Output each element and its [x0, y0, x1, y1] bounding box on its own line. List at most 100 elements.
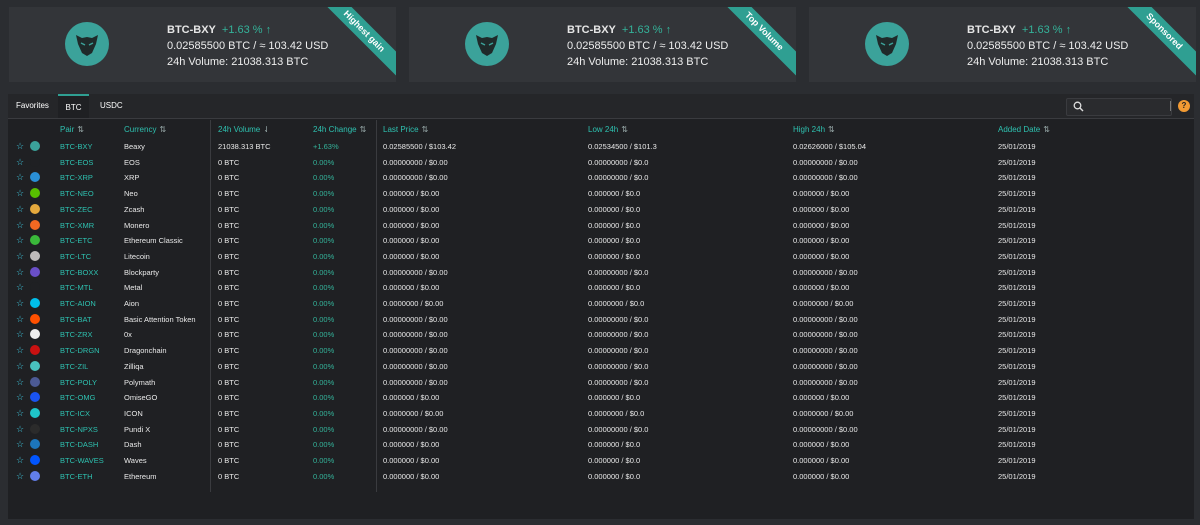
- column-header-last-price[interactable]: Last Price ⇅: [383, 125, 428, 134]
- pair-cell[interactable]: BTC-BOXX: [60, 268, 98, 277]
- table-row[interactable]: ☆ BTC-POLY Polymath 0 BTC 0.00% 0.00000000 / …: [8, 374, 1194, 390]
- pair-cell[interactable]: BTC-AION: [60, 299, 96, 308]
- card-price: 0.02585500 BTC / ≈ 103.42 USD: [967, 40, 1129, 52]
- pair-cell[interactable]: BTC-POLY: [60, 378, 97, 387]
- favorite-star-icon[interactable]: ☆: [16, 361, 24, 372]
- pair-cell[interactable]: BTC-DRGN: [60, 346, 100, 355]
- table-row[interactable]: ☆ BTC-BXY Beaxy 21038.313 BTC +1.63% 0.025855…: [8, 138, 1194, 154]
- added-date-cell: 25/01/2019: [998, 236, 1036, 246]
- favorite-star-icon[interactable]: ☆: [16, 424, 24, 435]
- table-row[interactable]: ☆ BTC-XRP XRP 0 BTC 0.00% 0.00000000 / $0.00 0…: [8, 169, 1194, 185]
- favorite-star-icon[interactable]: ☆: [16, 439, 24, 450]
- favorite-star-icon[interactable]: ☆: [16, 282, 24, 293]
- added-date-cell: 25/01/2019: [998, 393, 1036, 403]
- help-icon[interactable]: ?: [1178, 100, 1190, 112]
- low-cell: 0.000000 / $0.0: [588, 440, 641, 450]
- coin-icon: [30, 203, 40, 214]
- favorite-star-icon[interactable]: ☆: [16, 329, 24, 340]
- table-row[interactable]: ☆ BTC-ZRX 0x 0 BTC 0.00% 0.00000000 / $0.00 0.…: [8, 326, 1194, 342]
- tab-usdc[interactable]: USDC: [100, 94, 123, 117]
- volume-cell: 0 BTC: [218, 204, 240, 214]
- featured-card-highest-gain[interactable]: BTC-BXY +1.63 % ↑ 0.02585500 BTC / ≈ 103.…: [9, 7, 396, 82]
- favorite-star-icon[interactable]: ☆: [16, 235, 24, 246]
- table-row[interactable]: ☆ BTC-ICX ICON 0 BTC 0.00% 0.0000000 / $0.00 0…: [8, 405, 1194, 421]
- featured-card-sponsored[interactable]: BTC-BXY +1.63 % ↑ 0.02585500 BTC / ≈ 103.…: [809, 7, 1196, 82]
- low-cell: 0.00000000 / $0.0: [588, 267, 649, 277]
- favorite-star-icon[interactable]: ☆: [16, 314, 24, 325]
- pair-cell[interactable]: BTC-NPXS: [60, 425, 98, 434]
- added-date-cell: 25/01/2019: [998, 314, 1036, 324]
- column-header-added-date[interactable]: Added Date ⇅: [998, 125, 1050, 134]
- pair-cell[interactable]: BTC-MTL: [60, 283, 93, 292]
- pair-cell[interactable]: BTC-XRP: [60, 173, 93, 182]
- pair-cell[interactable]: BTC-ZEC: [60, 205, 93, 214]
- currency-cell: Aion: [124, 299, 140, 308]
- currency-cell: EOS: [124, 157, 140, 167]
- featured-card-top-volume[interactable]: BTC-BXY +1.63 % ↑ 0.02585500 BTC / ≈ 103.…: [409, 7, 796, 82]
- pair-cell[interactable]: BTC-NEO: [60, 189, 94, 198]
- pair-cell[interactable]: BTC-ICX: [60, 409, 90, 418]
- sort-icon: ⇅: [828, 125, 835, 134]
- pair-cell[interactable]: BTC-ETH: [60, 472, 93, 481]
- pair-cell[interactable]: BTC-XMR: [60, 221, 94, 230]
- favorite-star-icon[interactable]: ☆: [16, 392, 24, 403]
- table-row[interactable]: ☆ BTC-DASH Dash 0 BTC 0.00% 0.000000 / $0.00 0…: [8, 436, 1194, 452]
- table-row[interactable]: ☆ BTC-MTL Metal 0 BTC 0.00% 0.000000 / $0.00 0…: [8, 279, 1194, 295]
- favorite-star-icon[interactable]: ☆: [16, 471, 24, 482]
- pair-cell[interactable]: BTC-LTC: [60, 252, 91, 261]
- favorite-star-icon[interactable]: ☆: [16, 377, 24, 388]
- volume-cell: 0 BTC: [218, 393, 240, 403]
- pair-cell[interactable]: BTC-OMG: [60, 393, 95, 402]
- table-row[interactable]: ☆ BTC-ETH Ethereum 0 BTC 0.00% 0.000000 / $0.…: [8, 468, 1194, 484]
- change-cell: 0.00%: [313, 408, 335, 418]
- tab-btc[interactable]: BTC: [58, 94, 89, 118]
- pair-cell[interactable]: BTC-EOS: [60, 158, 93, 167]
- favorite-star-icon[interactable]: ☆: [16, 408, 24, 419]
- column-header-low[interactable]: Low 24h ⇅: [588, 125, 628, 134]
- pair-cell[interactable]: BTC-BXY: [60, 142, 93, 151]
- table-row[interactable]: ☆ BTC-AION Aion 0 BTC 0.00% 0.0000000 / $0.00…: [8, 295, 1194, 311]
- column-header-pair[interactable]: Pair ⇅: [60, 125, 84, 134]
- table-row[interactable]: ☆ BTC-NEO Neo 0 BTC 0.00% 0.000000 / $0.00 0.0…: [8, 185, 1194, 201]
- column-header-volume[interactable]: 24h Volume ⇃: [218, 125, 270, 134]
- favorite-star-icon[interactable]: ☆: [16, 267, 24, 278]
- pair-cell[interactable]: BTC-ETC: [60, 236, 93, 245]
- pair-cell[interactable]: BTC-ZRX: [60, 330, 93, 339]
- table-row[interactable]: ☆ BTC-NPXS Pundi X 0 BTC 0.00% 0.00000000 / $…: [8, 421, 1194, 437]
- search-input[interactable]: [1066, 98, 1172, 116]
- table-row[interactable]: ☆ BTC-LTC Litecoin 0 BTC 0.00% 0.000000 / $0.…: [8, 248, 1194, 264]
- favorite-star-icon[interactable]: ☆: [16, 220, 24, 231]
- favorite-star-icon[interactable]: ☆: [16, 172, 24, 183]
- tab-favorites[interactable]: Favorites: [16, 94, 49, 117]
- table-row[interactable]: ☆ BTC-EOS EOS 0 BTC 0.00% 0.00000000 / $0.00 0…: [8, 154, 1194, 170]
- column-header-change[interactable]: 24h Change ⇅: [313, 125, 366, 134]
- added-date-cell: 25/01/2019: [998, 142, 1036, 151]
- table-row[interactable]: ☆ BTC-ZIL Zilliqa 0 BTC 0.00% 0.00000000 / $0…: [8, 358, 1194, 374]
- favorite-star-icon[interactable]: ☆: [16, 455, 24, 466]
- column-header-currency[interactable]: Currency ⇅: [124, 125, 166, 134]
- table-row[interactable]: ☆ BTC-ZEC Zcash 0 BTC 0.00% 0.000000 / $0.00 0…: [8, 201, 1194, 217]
- favorite-star-icon[interactable]: ☆: [16, 345, 24, 356]
- column-header-high[interactable]: High 24h ⇅: [793, 125, 835, 134]
- favorite-star-icon[interactable]: ☆: [16, 204, 24, 215]
- favorite-star-icon[interactable]: ☆: [16, 298, 24, 309]
- table-row[interactable]: ☆ BTC-ETC Ethereum Classic 0 BTC 0.00% 0.0000…: [8, 232, 1194, 248]
- high-cell: 0.02626000 / $105.04: [793, 142, 866, 151]
- pair-cell[interactable]: BTC-ZIL: [60, 362, 88, 371]
- table-row[interactable]: ☆ BTC-DRGN Dragonchain 0 BTC 0.00% 0.00000000…: [8, 342, 1194, 358]
- pair-cell[interactable]: BTC-BAT: [60, 315, 92, 324]
- favorite-star-icon[interactable]: ☆: [16, 251, 24, 262]
- table-row[interactable]: ☆ BTC-OMG OmiseGO 0 BTC 0.00% 0.000000 / $0.0…: [8, 389, 1194, 405]
- table-row[interactable]: ☆ BTC-WAVES Waves 0 BTC 0.00% 0.000000 / $0.0…: [8, 452, 1194, 468]
- favorite-star-icon[interactable]: ☆: [16, 188, 24, 199]
- pair-cell[interactable]: BTC-DASH: [60, 440, 98, 449]
- volume-cell: 0 BTC: [218, 361, 240, 371]
- favorite-star-icon[interactable]: ☆: [16, 157, 24, 168]
- high-cell: 0.00000000 / $0.00: [793, 314, 858, 324]
- favorite-star-icon[interactable]: ☆: [16, 141, 24, 152]
- table-row[interactable]: ☆ BTC-BOXX Blockparty 0 BTC 0.00% 0.00000000 …: [8, 264, 1194, 280]
- pair-cell[interactable]: BTC-WAVES: [60, 456, 104, 465]
- column-label: High 24h: [793, 125, 826, 134]
- table-row[interactable]: ☆ BTC-BAT Basic Attention Token 0 BTC 0.00% 0…: [8, 311, 1194, 327]
- table-row[interactable]: ☆ BTC-XMR Monero 0 BTC 0.00% 0.000000 / $0.00…: [8, 217, 1194, 233]
